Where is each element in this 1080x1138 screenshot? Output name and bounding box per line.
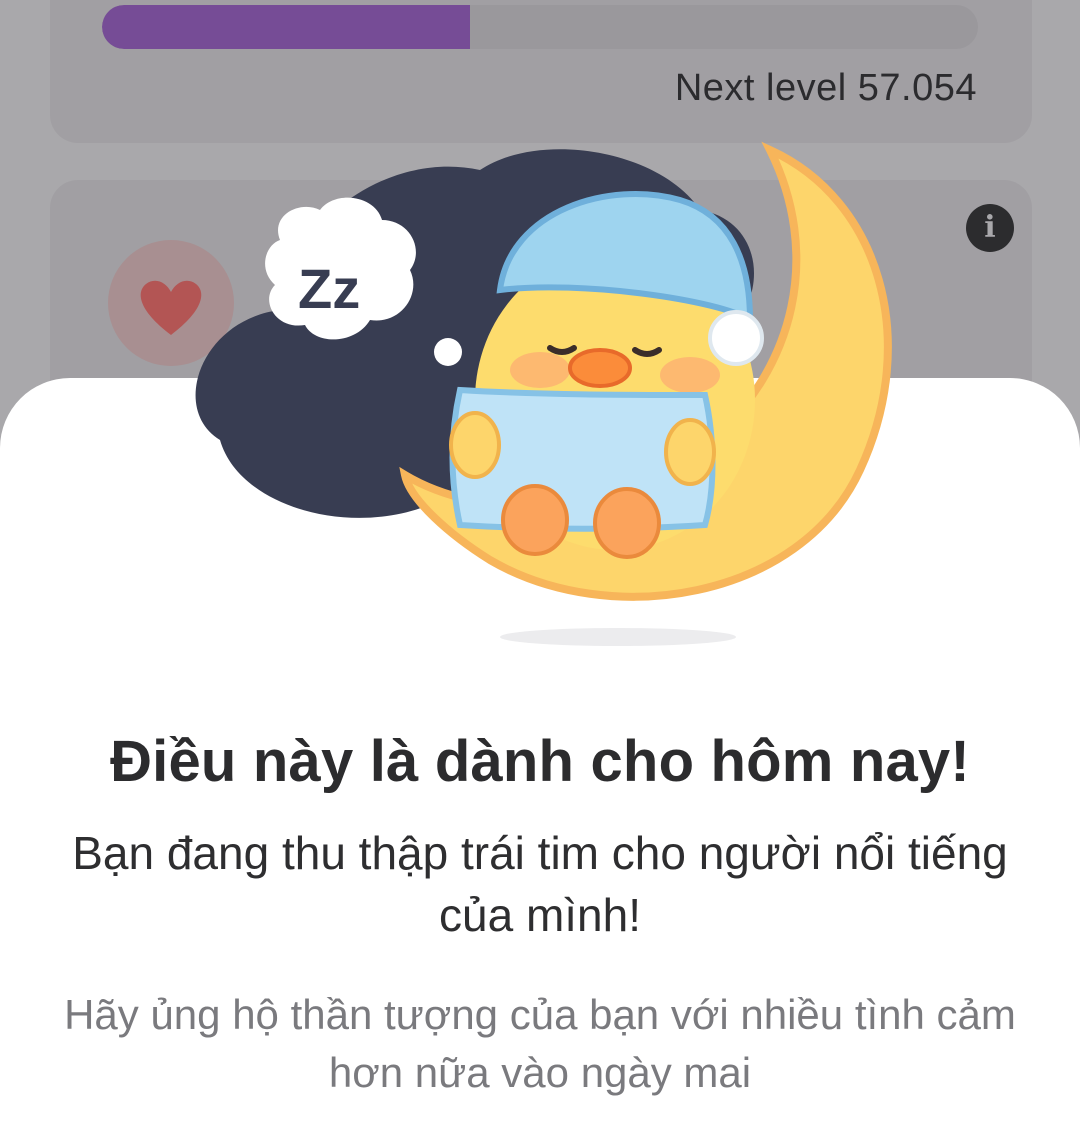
duck-cheek-left — [510, 352, 570, 388]
duck-foot-left — [501, 484, 569, 556]
duck-cheek-right — [660, 357, 720, 393]
next-level-label: Next level 57.054 — [674, 67, 977, 109]
ground-shadow — [500, 628, 736, 646]
duck-foot-right — [593, 487, 661, 559]
dialog-hint: Hãy ủng hộ thần tượng của bạn với nhiều … — [64, 991, 1016, 1096]
duck-arm-left — [449, 411, 501, 479]
info-icon[interactable]: i — [966, 204, 1014, 252]
level-card: Next level 57.054 — [50, 0, 1032, 143]
level-progress-fill — [102, 5, 470, 49]
night-cap-pompom — [708, 310, 764, 366]
duck-beak — [568, 348, 632, 388]
svg-text:Zz: Zz — [298, 257, 360, 320]
sleeping-duck-illustration: Zz — [195, 141, 892, 646]
dialog-message: Bạn đang thu thập trái tim cho người nổi… — [72, 827, 1008, 941]
duck-arm-right — [664, 418, 716, 486]
dialog-title: Điều này là dành cho hôm nay! — [110, 729, 970, 794]
level-progress-bar — [102, 5, 978, 49]
